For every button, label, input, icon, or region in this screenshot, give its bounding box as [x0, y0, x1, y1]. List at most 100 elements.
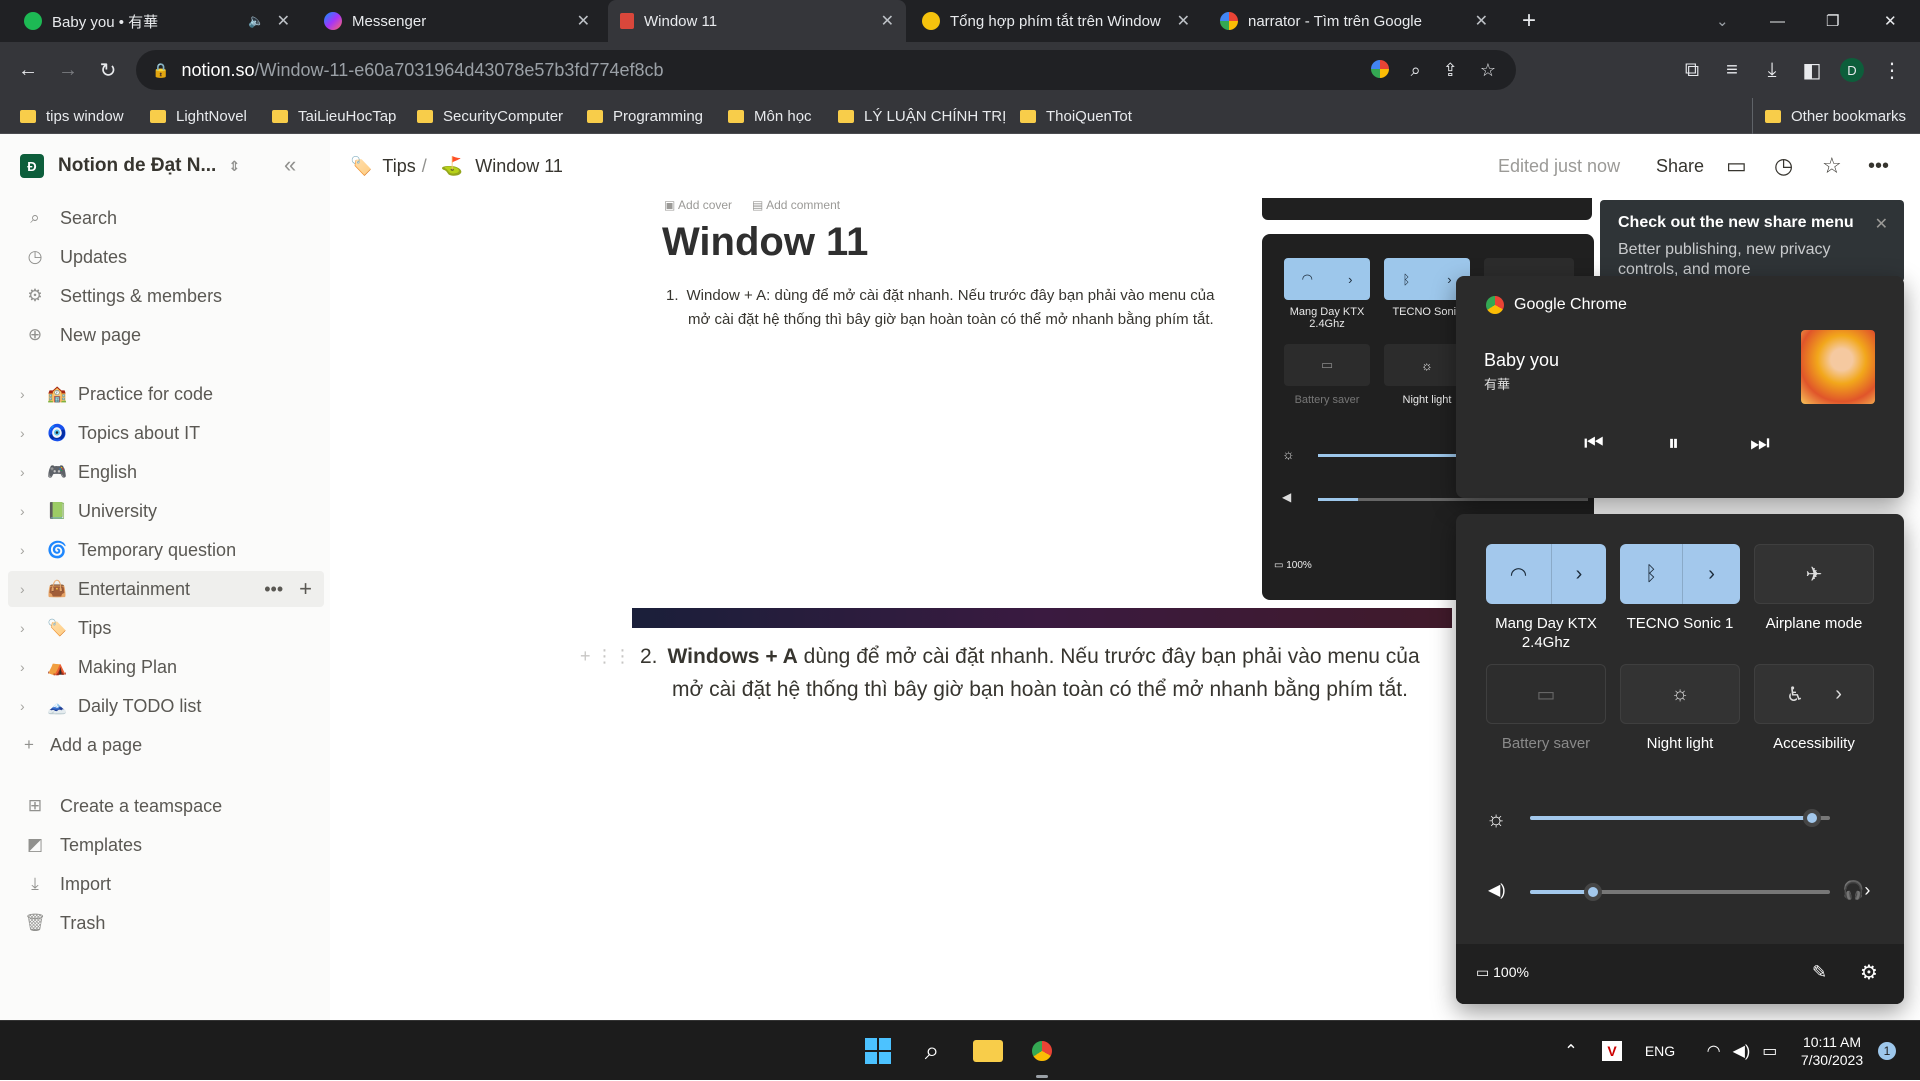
sidebar-item-tips[interactable]: › 🏷️ Tips — [8, 610, 324, 646]
airplane-mode-tile[interactable]: ✈ — [1754, 544, 1874, 604]
chevron-right-icon[interactable]: › — [20, 659, 38, 675]
notification-badge[interactable]: 1 — [1872, 1021, 1902, 1081]
share-page-icon[interactable]: ⇪ — [1443, 60, 1458, 81]
chevron-right-icon[interactable]: › — [20, 503, 38, 519]
bookmark-folder[interactable]: Programming — [587, 98, 703, 134]
more-menu-icon[interactable]: ••• — [1868, 134, 1889, 198]
vietkey-icon[interactable]: V — [1598, 1021, 1626, 1081]
downloads-icon[interactable]: ⤓ — [1754, 42, 1790, 98]
volume-thumb[interactable] — [1584, 883, 1602, 901]
search-icon[interactable]: ⌕ — [910, 1021, 954, 1081]
sidebar-create-teamspace[interactable]: ⊞ Create a teamspace — [0, 788, 330, 824]
bookmark-folder[interactable]: LightNovel — [150, 98, 247, 134]
chevron-right-icon[interactable]: › — [20, 542, 38, 558]
sidebar-item-practice-for-code[interactable]: › 🏫 Practice for code — [8, 376, 324, 412]
block-drag-handle[interactable]: + ⋮⋮ — [580, 646, 632, 667]
favorite-star-icon[interactable]: ☆ — [1822, 134, 1842, 198]
bluetooth-tile[interactable]: ᛒ › — [1620, 544, 1740, 604]
address-bar[interactable]: 🔒 notion.so/Window-11-e60a7031964d43078e… — [136, 50, 1516, 90]
show-hidden-icons-chevron[interactable]: ⌃ — [1556, 1021, 1586, 1081]
bookmark-folder[interactable]: SecurityComputer — [417, 98, 563, 134]
bookmark-star-icon[interactable]: ☆ — [1480, 60, 1496, 81]
sidebar-settings[interactable]: ⚙ Settings & members — [0, 278, 330, 314]
chevron-right-icon[interactable]: › — [20, 386, 38, 402]
tab-phim-tat[interactable]: Tổng hợp phím tắt trên Window ✕ — [910, 0, 1202, 42]
breadcrumb-parent[interactable]: Tips — [382, 156, 415, 177]
chevron-right-icon[interactable]: › — [20, 464, 38, 480]
system-tray-quick-settings[interactable]: ◠ ◀) ▭ — [1692, 1021, 1792, 1081]
maximize-button[interactable]: ❐ — [1814, 0, 1854, 42]
speaker-icon[interactable]: 🔈 — [248, 13, 264, 29]
accessibility-tile[interactable]: ♿ › — [1754, 664, 1874, 724]
lock-icon[interactable]: 🔒 — [152, 62, 169, 79]
close-tab-icon[interactable]: ✕ — [577, 11, 590, 31]
start-button[interactable] — [856, 1021, 900, 1081]
sidebar-import[interactable]: ⤓ Import — [0, 866, 330, 902]
close-tab-icon[interactable]: ✕ — [1475, 11, 1488, 31]
chrome-taskbar-icon[interactable] — [1020, 1021, 1064, 1081]
next-track-button[interactable]: ⏭ — [1750, 430, 1770, 456]
tab-spotify[interactable]: Baby you • 有華 🔈 ✕ — [12, 0, 302, 42]
volume-slider[interactable] — [1530, 883, 1830, 901]
wifi-tile[interactable]: ◠ › — [1486, 544, 1606, 604]
bookmark-folder[interactable]: LÝ LUẬN CHÍNH TRỊ — [838, 98, 1006, 134]
language-indicator[interactable]: ENG — [1640, 1021, 1680, 1081]
close-tab-icon[interactable]: ✕ — [1177, 11, 1190, 31]
sidebar-updates[interactable]: ◷ Updates — [0, 239, 330, 275]
night-light-tile[interactable]: ☼ — [1620, 664, 1740, 724]
chevron-right-icon[interactable]: › — [1835, 683, 1842, 706]
file-explorer-icon[interactable] — [966, 1021, 1010, 1081]
chevron-right-icon[interactable]: › — [20, 425, 38, 441]
sidebar-search[interactable]: ⌕ Search — [0, 200, 330, 236]
minimize-button[interactable]: — — [1758, 0, 1798, 42]
side-panel-icon[interactable]: ◧ — [1794, 42, 1830, 98]
google-lens-icon[interactable] — [1370, 59, 1389, 78]
edit-pencil-icon[interactable]: ✎ — [1812, 962, 1827, 983]
chevron-right-icon[interactable]: › — [20, 698, 38, 714]
chevron-right-icon[interactable]: › — [20, 620, 38, 636]
tab-google-search[interactable]: narrator - Tìm trên Google ✕ — [1208, 0, 1500, 42]
pause-button[interactable]: ⏸ — [1668, 430, 1679, 456]
workspace-switcher[interactable]: Đ Notion de Đạt N... ⇕ — [20, 154, 240, 178]
back-arrow-icon[interactable]: ← — [10, 42, 46, 98]
clock[interactable]: 10:11 AM 7/30/2023 — [1792, 1021, 1872, 1081]
close-tab-icon[interactable]: ✕ — [277, 11, 290, 31]
sidebar-new-page[interactable]: ⊕ New page — [0, 317, 330, 353]
close-icon[interactable]: ✕ — [1875, 214, 1888, 234]
new-tab-button[interactable]: + — [1510, 0, 1550, 42]
close-window-button[interactable]: ✕ — [1872, 0, 1912, 42]
breadcrumb-current[interactable]: Window 11 — [475, 156, 563, 177]
reload-icon[interactable]: ↻ — [90, 42, 126, 98]
battery-icon[interactable]: ▭ 100% — [1476, 964, 1529, 981]
chrome-menu-icon[interactable]: ⋮ — [1874, 42, 1910, 98]
list-item[interactable]: 2. Windows + A dùng để mở cài đặt nhanh. … — [640, 640, 1460, 706]
extensions-icon[interactable]: ⧉ — [1674, 42, 1710, 98]
profile-avatar[interactable]: D — [1834, 42, 1870, 98]
bookmark-folder[interactable]: Môn học — [728, 98, 812, 134]
brightness-thumb[interactable] — [1803, 809, 1821, 827]
collapse-sidebar-icon[interactable]: « — [284, 152, 296, 178]
sidebar-templates[interactable]: ◩ Templates — [0, 827, 330, 863]
add-subpage-icon[interactable]: + — [299, 576, 312, 602]
chevron-right-icon[interactable]: › — [1708, 563, 1715, 586]
comments-icon[interactable]: ▭ — [1726, 134, 1747, 198]
sidebar-item-topics-about-it[interactable]: › 🧿 Topics about IT — [8, 415, 324, 451]
brightness-slider[interactable] — [1530, 809, 1830, 827]
sidebar-item-entertainment[interactable]: › 👜 Entertainment ••• + — [8, 571, 324, 607]
sidebar-item-english[interactable]: › 🎮 English — [8, 454, 324, 490]
forward-arrow-icon[interactable]: → — [50, 42, 86, 98]
tab-messenger[interactable]: Messenger ✕ — [312, 0, 602, 42]
volume-icon[interactable]: ◀) — [1488, 880, 1506, 900]
sidebar-item-making-plan[interactable]: › ⛺ Making Plan — [8, 649, 324, 685]
sidebar-item-temporary-question[interactable]: › 🌀 Temporary question — [8, 532, 324, 568]
chevron-right-icon[interactable]: › — [1576, 563, 1583, 586]
other-bookmarks[interactable]: Other bookmarks — [1752, 98, 1906, 134]
more-options-icon[interactable]: ••• — [264, 579, 283, 600]
tab-search-chevron-icon[interactable]: ⌄ — [1704, 0, 1744, 42]
zoom-icon[interactable]: ⌕ — [1411, 60, 1421, 81]
sidebar-item-university[interactable]: › 📗 University — [8, 493, 324, 529]
sidebar-add-page[interactable]: + Add a page — [0, 727, 330, 763]
bookmark-folder[interactable]: TaiLieuHocTap — [272, 98, 396, 134]
settings-gear-icon[interactable]: ⚙ — [1860, 960, 1878, 985]
bookmark-folder[interactable]: tips window — [20, 98, 124, 134]
